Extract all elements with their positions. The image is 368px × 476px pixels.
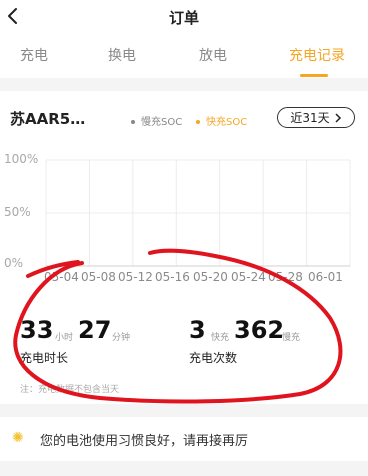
red-circle-annotation [13,248,343,404]
tip-text: 您的电池使用习惯良好，请再接再厉 [40,434,249,449]
sun-icon: ✺ [12,430,24,446]
